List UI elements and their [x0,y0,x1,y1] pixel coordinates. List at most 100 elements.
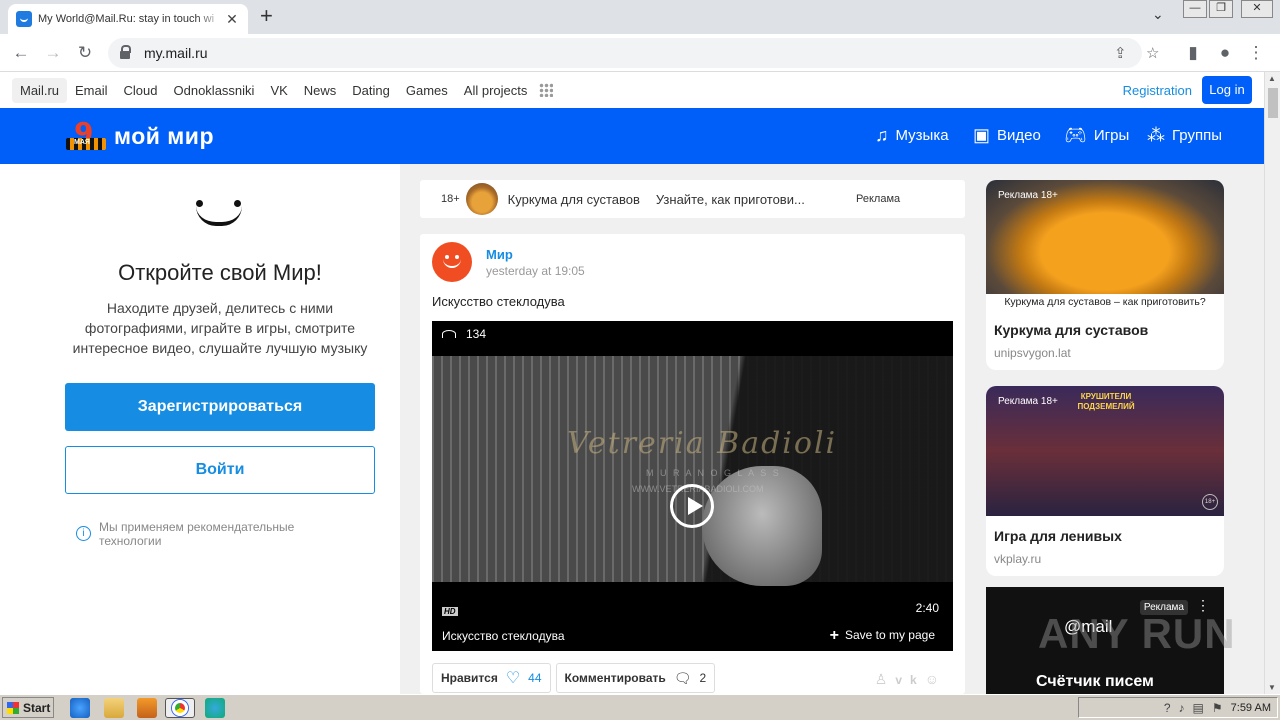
explorer-folder-icon[interactable] [104,698,124,718]
url-text: my.mail.ru [144,45,208,61]
portal-link-all-projects[interactable]: All projects [456,78,536,103]
ok-share-icon[interactable]: ♙ [875,671,896,687]
network-icon[interactable]: ▤ [1193,701,1204,715]
hd-badge: HD [442,607,458,616]
play-icon[interactable] [670,484,714,528]
recommendation-note: i Мы применяем рекомендательные технолог… [76,520,336,548]
scroll-down-icon[interactable]: ▼ [1268,683,1276,692]
tab-search-chevron-icon[interactable]: ⌄ [1152,6,1164,23]
comment-count: 2 [699,671,707,685]
post-actions: Нравится ♡ 44 Комментировать 🗨︎ 2 [432,663,720,693]
register-button[interactable]: Зарегистрироваться [65,383,375,431]
start-button[interactable]: Start [2,697,54,718]
portal-link-games[interactable]: Games [398,78,456,103]
video-player[interactable]: 134 Vetreria Badioli M U R A N O G L A S… [432,321,953,651]
ad-image-turmeric[interactable]: Реклама 18+ Куркума для суставов – как п… [986,180,1224,310]
video-watermark-small: M U R A N O G L A S S [646,468,781,478]
video-title[interactable]: Искусство стеклодува [442,629,565,643]
ad-label: Реклама [856,193,901,205]
share-icon[interactable]: ⇪ [1114,44,1127,62]
bookmark-star-icon[interactable]: ☆ [1146,44,1159,62]
volume-icon[interactable]: ♪ [1179,701,1185,715]
chrome-icon [172,700,188,716]
tab-title: My World@Mail.Ru: stay in touch wi [38,13,215,25]
portal-link-news[interactable]: News [296,78,345,103]
anyrun-watermark: ANY RUN [1038,610,1236,657]
promo-title: Откройте свой Мир! [118,260,322,285]
author-avatar[interactable] [432,242,472,282]
address-bar[interactable]: my.mail.ru ⇪ ☆ [108,38,1159,68]
ie-icon[interactable] [70,698,90,718]
logo-text: мой мир [114,122,214,149]
forward-icon[interactable]: → [42,42,64,64]
info-icon[interactable]: i [76,526,91,541]
clock[interactable]: 7:59 AM [1231,702,1271,714]
media-player-icon[interactable] [137,698,157,718]
edge-icon[interactable] [205,698,225,718]
ad-title[interactable]: Игра для ленивых [994,528,1122,544]
site-header: 9 МАЯ мой мир ♫ Музыка ▣ Видео 🎮︎ Игры ⁂ Гру… [0,108,1264,164]
post-author[interactable]: Мир [486,247,513,262]
nav-games[interactable]: 🎮︎ Игры [1064,125,1129,146]
site-logo[interactable]: 9 МАЯ мой мир [66,116,214,152]
signin-button[interactable]: Войти [65,446,375,494]
portal-link-email[interactable]: Email [67,78,116,103]
tab-close-icon[interactable]: ✕ [224,11,240,28]
may9-badge-icon: 9 МАЯ [66,116,106,152]
scroll-up-icon[interactable]: ▲ [1268,74,1276,83]
comment-button[interactable]: Комментировать 🗨︎ 2 [555,663,716,693]
registration-link[interactable]: Registration [1123,83,1192,98]
ad-age-label: 18+ [441,193,460,205]
maximize-button[interactable]: ❐ [1209,0,1233,18]
video-frame[interactable]: Vetreria Badioli M U R A N O G L A S S W… [432,356,953,586]
recommendation-text[interactable]: Мы применяем рекомендательные технологии [99,520,336,548]
mymir-share-icon[interactable]: ☺ [925,671,947,687]
ad-card-turmeric[interactable]: Реклама 18+ Куркума для суставов – как п… [986,180,1224,370]
help-icon[interactable]: ? [1164,701,1171,715]
game-logo-text: КРУШИТЕЛИ ПОДЗЕМЕЛИЙ [1077,392,1135,411]
new-tab-button[interactable]: + [260,5,273,27]
ad-title[interactable]: Куркума для суставов [994,322,1148,338]
nav-video[interactable]: ▣ Видео [973,125,1041,146]
portal-link-odnoklassniki[interactable]: Odnoklassniki [166,78,263,103]
scroll-thumb[interactable] [1268,88,1278,118]
apps-grid-icon[interactable] [539,83,554,97]
nav-music[interactable]: ♫ Музыка [875,125,949,146]
smile-logo-icon [190,192,248,232]
portal-link-dating[interactable]: Dating [344,78,398,103]
minimize-button[interactable]: — [1183,0,1207,18]
side-panel-icon[interactable]: ▮ [1182,42,1204,64]
ad-site[interactable]: vkplay.ru [994,552,1041,566]
profile-icon[interactable]: ● [1214,42,1236,64]
screen: My World@Mail.Ru: stay in touch wi ✕ + ⌄… [0,0,1280,720]
share-icons[interactable]: ♙vk☺ [875,671,947,688]
ad-image-game[interactable]: Реклама 18+ КРУШИТЕЛИ ПОДЗЕМЕЛИЙ 18+ [986,386,1224,516]
video-duration: 2:40 [915,601,939,615]
portal-link-vk[interactable]: VK [262,78,295,103]
ad-strip[interactable]: 18+ Куркума для суставов Узнайте, как пр… [420,180,965,218]
portal-link-mailru[interactable]: Mail.ru [12,77,68,103]
post-time[interactable]: yesterday at 19:05 [486,264,585,278]
like-button[interactable]: Нравится ♡ 44 [432,663,551,693]
ad-site[interactable]: unipsvygon.lat [994,346,1071,360]
nav-music-label: Музыка [895,127,949,144]
browser-toolbar: ← → ↻ my.mail.ru ⇪ ☆ ▮ ● ⋮ [0,34,1280,72]
ad-thumbnail [465,183,498,215]
nav-groups[interactable]: ⁂ Группы [1147,125,1222,146]
portal-link-cloud[interactable]: Cloud [116,78,166,103]
start-label: Start [23,700,51,715]
menu-dots-icon[interactable]: ⋮ [1245,42,1267,64]
page-scrollbar[interactable]: ▲ ▼ [1264,72,1280,694]
nav-groups-label: Группы [1172,127,1222,144]
reload-icon[interactable]: ↻ [74,42,96,64]
chrome-taskbar-button[interactable] [165,698,195,718]
flag-icon[interactable]: ⚑ [1212,701,1223,715]
back-icon[interactable]: ← [10,42,32,64]
login-button[interactable]: Log in [1202,76,1252,104]
vk-share-icon[interactable]: vk [895,673,924,687]
comment-icon: 🗨︎ [673,669,692,686]
close-window-button[interactable]: ✕ [1241,0,1273,18]
browser-tab[interactable]: My World@Mail.Ru: stay in touch wi ✕ [8,4,248,34]
save-to-page-button[interactable]: + Save to my page [830,627,935,645]
ad-card-game[interactable]: Реклама 18+ КРУШИТЕЛИ ПОДЗЕМЕЛИЙ 18+ Игр… [986,386,1224,576]
